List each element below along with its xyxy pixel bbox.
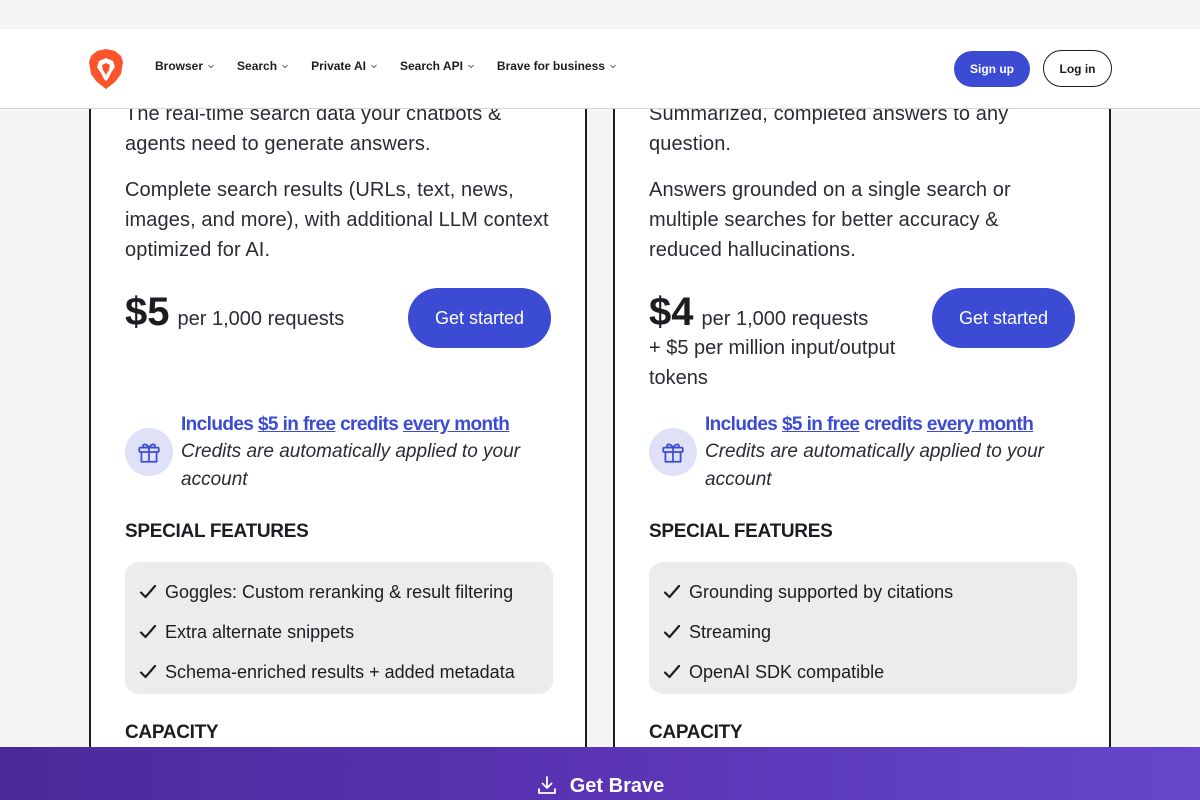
feature-label: Goggles: Custom reranking & result filte… <box>165 581 514 602</box>
every-month-link[interactable]: every month <box>403 414 510 435</box>
check-icon <box>663 624 681 639</box>
credits-title: Includes $5 in free credits every month <box>705 414 1034 436</box>
nav-browser[interactable]: Browser <box>155 59 215 73</box>
download-icon <box>537 775 556 794</box>
plan-card-answers: Summarized, completed answers to any que… <box>613 60 1111 800</box>
nav-search[interactable]: Search <box>237 59 289 73</box>
special-features-heading: SPECIAL FEATURES <box>649 521 833 542</box>
get-brave-label: Get Brave <box>569 775 665 797</box>
credits-title: Includes $5 in free credits every month <box>181 414 510 436</box>
check-icon <box>139 664 157 679</box>
chevron-down-icon <box>610 64 616 69</box>
feature-label: Schema-enriched results + added metadata <box>165 661 515 682</box>
nav-label: Search API <box>399 59 463 73</box>
price-amount: $5 <box>125 290 170 334</box>
plan-description: Answers grounded on a single search or m… <box>649 179 1011 261</box>
check-icon <box>663 584 681 599</box>
main-nav: Browser Search Private AI Search API Bra… <box>155 59 639 73</box>
free-credits-link[interactable]: $5 in free <box>782 414 860 435</box>
feature-item: Goggles: Custom reranking & result filte… <box>125 572 553 612</box>
price-unit: per 1,000 requests <box>177 308 345 330</box>
check-icon <box>139 584 157 599</box>
nav-label: Private AI <box>311 59 366 73</box>
feature-label: Grounding supported by citations <box>689 581 954 602</box>
chevron-down-icon <box>371 64 377 69</box>
feature-item: OpenAI SDK compatible <box>649 652 1077 692</box>
get-started-button[interactable]: Get started <box>408 288 551 348</box>
plan-price: $4 per 1,000 requests <box>649 290 868 334</box>
free-credits-callout: Includes $5 in free credits every month … <box>649 414 1089 490</box>
gift-icon <box>125 428 173 476</box>
free-credits-callout: Includes $5 in free credits every month … <box>125 414 565 490</box>
plan-price: $5 per 1,000 requests <box>125 290 344 334</box>
price-extra: + $5 per million input/output tokens <box>649 337 896 389</box>
credits-note: Credits are automatically applied to you… <box>705 441 1045 490</box>
price-unit: per 1,000 requests <box>701 308 869 330</box>
credits-note: Credits are automatically applied to you… <box>181 441 521 490</box>
gift-icon <box>649 428 697 476</box>
check-icon <box>139 624 157 639</box>
feature-item: Schema-enriched results + added metadata <box>125 652 553 692</box>
chevron-down-icon <box>468 64 474 69</box>
capacity-heading: CAPACITY <box>649 722 743 743</box>
credits-text: credits <box>859 414 927 435</box>
chevron-down-icon <box>208 64 214 69</box>
feature-item: Streaming <box>649 612 1077 652</box>
feature-item: Extra alternate snippets <box>125 612 553 652</box>
nav-label: Browser <box>155 59 204 73</box>
every-month-link[interactable]: every month <box>927 414 1034 435</box>
site-header: Browser Search Private AI Search API Bra… <box>0 29 1200 109</box>
feature-label: Extra alternate snippets <box>165 621 355 642</box>
brave-lion-logo[interactable] <box>88 48 124 90</box>
nav-private-ai[interactable]: Private AI <box>311 59 378 73</box>
feature-label: OpenAI SDK compatible <box>689 661 885 682</box>
free-credits-link[interactable]: $5 in free <box>258 414 336 435</box>
plan-card-search: The real-time search data your chatbots … <box>89 60 587 800</box>
sign-up-button[interactable]: Sign up <box>954 51 1030 87</box>
feature-list: Goggles: Custom reranking & result filte… <box>125 562 553 694</box>
get-started-button[interactable]: Get started <box>932 288 1075 348</box>
nav-label: Search <box>237 59 278 73</box>
special-features-heading: SPECIAL FEATURES <box>125 521 309 542</box>
feature-list: Grounding supported by citations Streami… <box>649 562 1077 694</box>
feature-label: Streaming <box>689 621 772 642</box>
nav-search-api[interactable]: Search API <box>400 59 475 73</box>
nav-label: Brave for business <box>496 59 605 73</box>
plan-description: Complete search results (URLs, text, new… <box>125 179 549 261</box>
top-strip <box>0 0 1200 29</box>
price-amount: $4 <box>649 290 694 334</box>
credits-text: Includes <box>181 414 258 435</box>
nav-brave-for-business[interactable]: Brave for business <box>497 59 617 73</box>
capacity-heading: CAPACITY <box>125 722 219 743</box>
check-icon <box>663 664 681 679</box>
log-in-button[interactable]: Log in <box>1043 50 1112 87</box>
chevron-down-icon <box>282 64 288 69</box>
feature-item: Grounding supported by citations <box>649 572 1077 612</box>
get-brave-banner[interactable]: Get Brave <box>0 747 1200 800</box>
credits-text: credits <box>335 414 403 435</box>
credits-text: Includes <box>705 414 782 435</box>
